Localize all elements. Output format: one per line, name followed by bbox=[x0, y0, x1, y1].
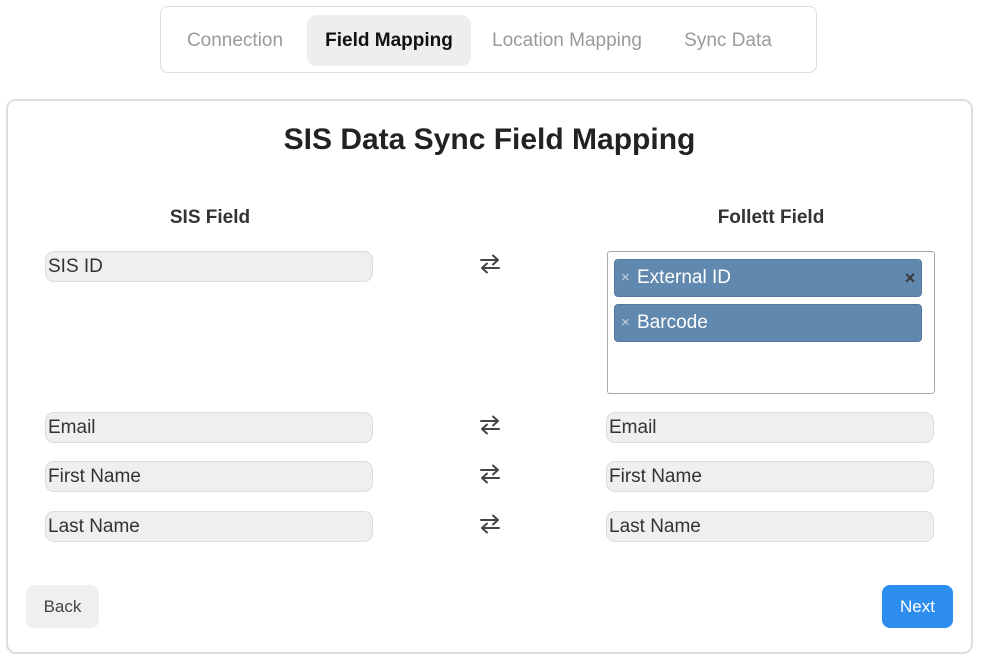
chip-remove-icon[interactable]: × bbox=[621, 260, 630, 296]
swap-arrows-icon bbox=[475, 415, 505, 435]
follett-field-header: Follett Field bbox=[717, 207, 825, 228]
page-title: SIS Data Sync Field Mapping bbox=[283, 123, 696, 156]
swap-arrows-icon bbox=[475, 514, 505, 534]
clear-all-icon[interactable]: × bbox=[903, 260, 917, 296]
follett-field-first-name[interactable]: First Name bbox=[606, 461, 934, 492]
sis-field-header: SIS Field bbox=[169, 207, 251, 228]
chip-remove-icon[interactable]: × bbox=[621, 305, 630, 341]
wizard-tabs: Connection Field Mapping Location Mappin… bbox=[160, 6, 817, 73]
tab-location-mapping[interactable]: Location Mapping bbox=[485, 15, 649, 66]
chip-label: Barcode bbox=[637, 312, 708, 333]
follett-field-email[interactable]: Email bbox=[606, 412, 934, 443]
follett-field-last-name[interactable]: Last Name bbox=[606, 511, 934, 542]
sis-field-first-name: First Name bbox=[45, 461, 373, 492]
swap-arrows-icon bbox=[475, 464, 505, 484]
sis-field-sis-id: SIS ID bbox=[45, 251, 373, 282]
tab-sync-data[interactable]: Sync Data bbox=[673, 15, 783, 66]
tab-connection[interactable]: Connection bbox=[175, 15, 295, 66]
swap-arrows-icon bbox=[475, 254, 505, 274]
chip-external-id: × External ID × bbox=[614, 259, 922, 297]
next-button[interactable]: Next bbox=[882, 585, 953, 628]
chip-label: External ID bbox=[637, 267, 731, 288]
follett-field-multiselect[interactable]: × External ID × × Barcode bbox=[607, 251, 935, 394]
tab-field-mapping[interactable]: Field Mapping bbox=[307, 15, 471, 66]
back-button[interactable]: Back bbox=[26, 585, 99, 628]
sis-field-email: Email bbox=[45, 412, 373, 443]
sis-field-last-name: Last Name bbox=[45, 511, 373, 542]
field-mapping-panel: SIS Data Sync Field Mapping SIS Field Fo… bbox=[6, 99, 973, 654]
chip-barcode: × Barcode bbox=[614, 304, 922, 342]
